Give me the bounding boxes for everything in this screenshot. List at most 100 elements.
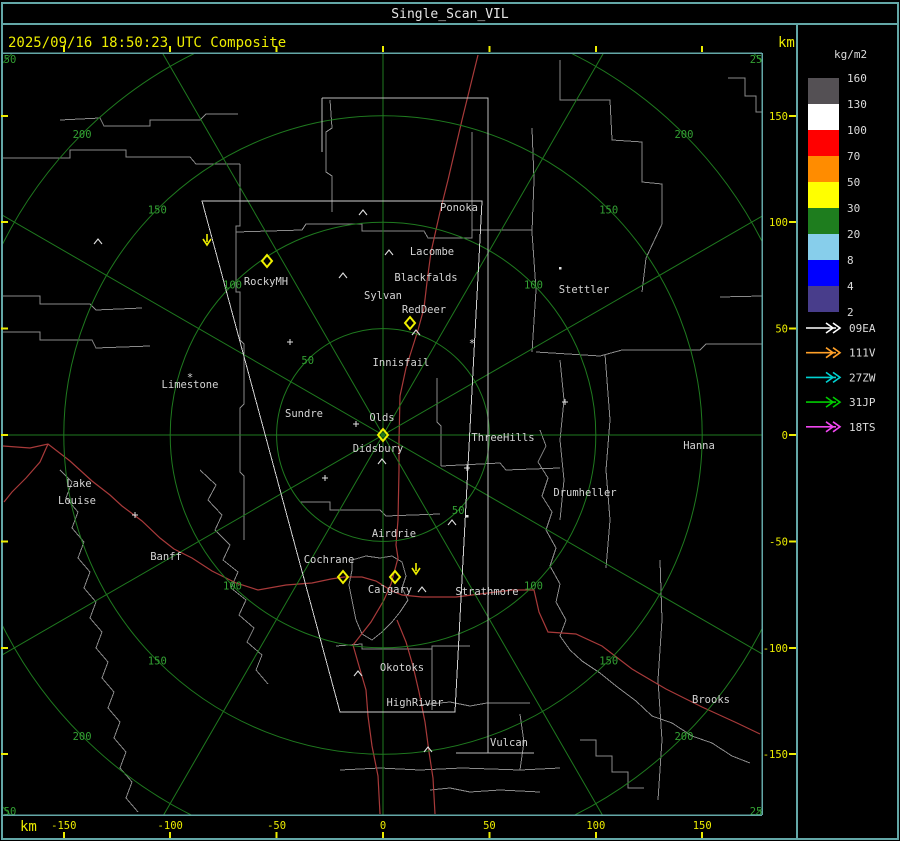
plus-marker-icon	[287, 339, 293, 345]
radar-display: Single_Scan_VIL 2025/09/16 18:50:23 UTC …	[0, 0, 900, 841]
storm-motion-arrow-icon	[411, 563, 421, 576]
range-ring-label: 100	[524, 580, 543, 592]
caret-marker-icon	[377, 458, 387, 465]
plus-marker-icon	[464, 465, 470, 471]
y-axis-tick-label: -100	[763, 643, 788, 655]
boundary-line	[348, 555, 409, 641]
y-axis-tick-label: -50	[769, 536, 788, 548]
y-axis-unit-label: km	[778, 35, 795, 51]
map-markers-layer: **	[93, 209, 568, 753]
town-label: Lake	[66, 478, 91, 490]
range-ring-label: 200	[73, 129, 92, 141]
town-label: Drumheller	[553, 487, 616, 499]
boundary-line	[719, 295, 762, 298]
town-label: Lacombe	[410, 246, 454, 258]
range-ring-label: 150	[148, 204, 167, 216]
town-label: RedDeer	[402, 304, 446, 316]
caret-marker-icon	[417, 586, 427, 593]
color-scale-value: 160	[847, 72, 867, 85]
color-scale-value: 50	[847, 176, 860, 189]
x-axis-tick-label: 100	[586, 820, 605, 832]
asterisk-marker-icon: *	[469, 338, 475, 350]
town-label: Olds	[369, 412, 394, 424]
boundary-line	[339, 767, 561, 771]
color-scale-value: 100	[847, 124, 867, 137]
color-scale-value: 70	[847, 150, 860, 163]
color-scale-legend: 160 130 100 70 50 30 20 8 4 2	[808, 72, 867, 319]
window-frame	[1, 2, 899, 840]
color-scale-swatch	[808, 182, 839, 208]
x-axis-tick-label: 150	[693, 820, 712, 832]
boundary-line	[440, 462, 561, 471]
boundary-line	[531, 127, 537, 353]
radar-map-canvas[interactable]: 5050100 100100 100150 150150 150200 200200 200…	[0, 0, 900, 841]
town-label: Louise	[58, 495, 96, 507]
boundary-line	[3, 295, 143, 311]
y-axis-tick-label: 0	[782, 430, 788, 442]
color-scale-value: 2	[847, 306, 854, 319]
color-scale-swatch	[808, 130, 839, 156]
caret-marker-icon	[384, 249, 394, 256]
radar-id-label: 111V	[849, 347, 876, 360]
town-label: RockyMH	[244, 276, 288, 288]
range-ring-label: 200	[674, 731, 693, 743]
boundary-line	[59, 469, 139, 813]
radar-id-label: 27ZW	[849, 371, 876, 384]
town-label: Sylvan	[364, 290, 402, 302]
dot-marker-icon	[466, 515, 469, 518]
color-scale-value: 30	[847, 202, 860, 215]
boundary-line	[3, 149, 240, 165]
y-axis-tick-label: 50	[775, 324, 788, 336]
dot-marker-icon	[559, 267, 562, 270]
town-label: Brooks	[692, 694, 730, 706]
radar-id-label: 09EA	[849, 322, 876, 335]
range-ring-label: 100	[524, 280, 543, 292]
boundary-line	[429, 787, 541, 793]
boundary-line	[580, 739, 644, 789]
plus-marker-icon	[353, 421, 359, 427]
color-scale-swatch	[808, 260, 839, 286]
color-scale-swatch	[808, 208, 839, 234]
range-ring-label: 150	[599, 204, 618, 216]
range-ring-label: 100	[223, 580, 242, 592]
boundary-line	[59, 113, 238, 127]
color-scale-swatch	[808, 78, 839, 104]
range-ring-label: 50	[301, 355, 314, 367]
color-scale-swatch	[808, 234, 839, 260]
range-ring-label: 250	[750, 806, 769, 818]
boundary-line	[436, 378, 442, 466]
color-scale-value: 20	[847, 228, 860, 241]
radar-viewer-window: Single_Scan_VIL 2025/09/16 18:50:23 UTC …	[0, 0, 900, 841]
town-label: Innisfail	[373, 357, 430, 369]
town-label: Hanna	[683, 440, 715, 452]
town-label: Cochrane	[304, 554, 355, 566]
range-ring-label: 50	[452, 505, 465, 517]
caret-marker-icon	[338, 272, 348, 279]
town-label: Ponoka	[440, 202, 478, 214]
town-label: HighRiver	[387, 697, 444, 709]
radar-id-label: 18TS	[849, 421, 876, 434]
color-scale-unit: kg/m2	[834, 48, 867, 61]
color-scale-swatch	[808, 286, 839, 312]
town-label: Blackfalds	[394, 272, 457, 284]
boundary-line	[325, 99, 333, 212]
caret-marker-icon	[93, 238, 103, 245]
plus-marker-icon	[562, 399, 568, 405]
scan-timestamp: 2025/09/16 18:50:23 UTC Composite	[8, 35, 286, 51]
town-label: Stettler	[559, 284, 610, 296]
color-scale-value: 4	[847, 280, 854, 293]
asterisk-marker-icon: *	[187, 372, 193, 384]
radar-site-diamond-icon	[403, 315, 417, 331]
town-label: Airdrie	[372, 528, 416, 540]
window-title: Single_Scan_VIL	[391, 7, 509, 22]
y-axis-tick-label: -150	[763, 749, 788, 761]
x-axis-tick-label: 0	[380, 820, 386, 832]
town-label: Banff	[150, 551, 182, 563]
boundary-line	[604, 353, 611, 569]
scan-sector-box	[322, 97, 489, 753]
color-scale-swatch	[808, 104, 839, 130]
caret-marker-icon	[447, 519, 457, 526]
color-scale-value: 8	[847, 254, 854, 267]
color-scale-value: 130	[847, 98, 867, 111]
boundary-line	[300, 501, 441, 517]
